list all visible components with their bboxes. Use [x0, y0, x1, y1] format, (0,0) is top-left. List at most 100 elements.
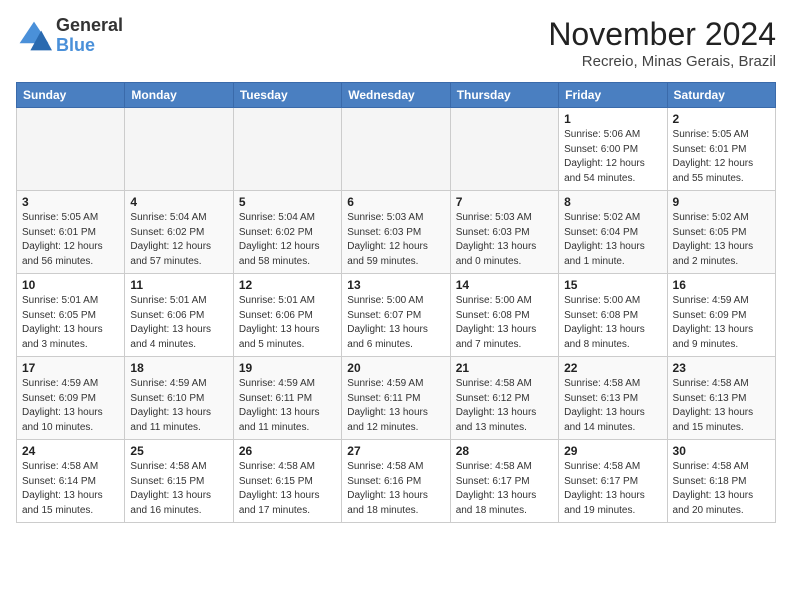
- day-number: 10: [22, 278, 119, 292]
- day-number: 30: [673, 444, 770, 458]
- day-cell: 9Sunrise: 5:02 AMSunset: 6:05 PMDaylight…: [667, 191, 775, 274]
- day-cell: [450, 108, 558, 191]
- day-cell: 18 Sunrise: 4:59 AMSunset: 6:10 PMDayligh…: [125, 357, 233, 440]
- day-number: 2: [673, 112, 770, 126]
- day-info: Sunrise: 4:59 AMSunset: 6:09 PMDaylight:…: [22, 377, 119, 435]
- day-info: Sunrise: 4:58 AMSunset: 6:12 PMDaylight:…: [456, 377, 553, 435]
- header-tuesday: Tuesday: [233, 83, 341, 108]
- day-info: Sunrise: 5:04 AMSunset: 6:02 PMDaylight:…: [239, 211, 336, 269]
- day-info: Sunrise: 4:58 AMSunset: 6:14 PMDaylight:…: [22, 460, 119, 518]
- day-number: 21: [456, 361, 553, 375]
- day-number: 7: [456, 195, 553, 209]
- day-number: 4: [130, 195, 227, 209]
- day-cell: 26 Sunrise: 4:58 AMSunset: 6:15 PMDayligh…: [233, 440, 341, 523]
- day-cell: 13Sunrise: 5:00 AMSunset: 6:07 PMDayligh…: [342, 274, 450, 357]
- calendar-body: 1 Sunrise: 5:06 AMSunset: 6:00 PMDaylight…: [17, 108, 776, 523]
- day-cell: 16 Sunrise: 4:59 AMSunset: 6:09 PMDayligh…: [667, 274, 775, 357]
- day-cell: 23 Sunrise: 4:58 AMSunset: 6:13 PMDayligh…: [667, 357, 775, 440]
- header-friday: Friday: [559, 83, 667, 108]
- day-number: 16: [673, 278, 770, 292]
- header-thursday: Thursday: [450, 83, 558, 108]
- day-cell: 28 Sunrise: 4:58 AMSunset: 6:17 PMDayligh…: [450, 440, 558, 523]
- day-info: Sunrise: 5:03 AMSunset: 6:03 PMDaylight:…: [347, 211, 444, 269]
- day-number: 15: [564, 278, 661, 292]
- day-info: Sunrise: 4:58 AMSunset: 6:18 PMDaylight:…: [673, 460, 770, 518]
- location: Recreio, Minas Gerais, Brazil: [548, 53, 776, 70]
- day-number: 3: [22, 195, 119, 209]
- day-info: Sunrise: 4:58 AMSunset: 6:17 PMDaylight:…: [564, 460, 661, 518]
- day-number: 25: [130, 444, 227, 458]
- week-row-3: 17 Sunrise: 4:59 AMSunset: 6:09 PMDayligh…: [17, 357, 776, 440]
- day-cell: 6 Sunrise: 5:03 AMSunset: 6:03 PMDaylight…: [342, 191, 450, 274]
- day-info: Sunrise: 4:59 AMSunset: 6:09 PMDaylight:…: [673, 294, 770, 352]
- day-info: Sunrise: 5:01 AMSunset: 6:05 PMDaylight:…: [22, 294, 119, 352]
- day-number: 28: [456, 444, 553, 458]
- day-cell: 3 Sunrise: 5:05 AMSunset: 6:01 PMDaylight…: [17, 191, 125, 274]
- day-number: 27: [347, 444, 444, 458]
- header-monday: Monday: [125, 83, 233, 108]
- day-cell: 17 Sunrise: 4:59 AMSunset: 6:09 PMDayligh…: [17, 357, 125, 440]
- logo: General Blue: [16, 16, 123, 56]
- day-number: 14: [456, 278, 553, 292]
- day-number: 23: [673, 361, 770, 375]
- day-cell: 1 Sunrise: 5:06 AMSunset: 6:00 PMDaylight…: [559, 108, 667, 191]
- day-info: Sunrise: 4:58 AMSunset: 6:17 PMDaylight:…: [456, 460, 553, 518]
- day-info: Sunrise: 4:58 AMSunset: 6:15 PMDaylight:…: [130, 460, 227, 518]
- day-number: 8: [564, 195, 661, 209]
- day-cell: [125, 108, 233, 191]
- day-info: Sunrise: 5:06 AMSunset: 6:00 PMDaylight:…: [564, 128, 661, 186]
- day-cell: 29Sunrise: 4:58 AMSunset: 6:17 PMDayligh…: [559, 440, 667, 523]
- day-cell: 2 Sunrise: 5:05 AMSunset: 6:01 PMDaylight…: [667, 108, 775, 191]
- day-number: 1: [564, 112, 661, 126]
- day-info: Sunrise: 5:00 AMSunset: 6:08 PMDaylight:…: [456, 294, 553, 352]
- day-info: Sunrise: 5:05 AMSunset: 6:01 PMDaylight:…: [673, 128, 770, 186]
- day-info: Sunrise: 5:00 AMSunset: 6:07 PMDaylight:…: [347, 294, 444, 352]
- header-row: SundayMondayTuesdayWednesdayThursdayFrid…: [17, 83, 776, 108]
- day-cell: 19Sunrise: 4:59 AMSunset: 6:11 PMDayligh…: [233, 357, 341, 440]
- day-info: Sunrise: 4:58 AMSunset: 6:13 PMDaylight:…: [673, 377, 770, 435]
- day-cell: 27 Sunrise: 4:58 AMSunset: 6:16 PMDayligh…: [342, 440, 450, 523]
- day-info: Sunrise: 5:03 AMSunset: 6:03 PMDaylight:…: [456, 211, 553, 269]
- day-number: 26: [239, 444, 336, 458]
- week-row-1: 3 Sunrise: 5:05 AMSunset: 6:01 PMDaylight…: [17, 191, 776, 274]
- day-info: Sunrise: 5:05 AMSunset: 6:01 PMDaylight:…: [22, 211, 119, 269]
- day-cell: 14 Sunrise: 5:00 AMSunset: 6:08 PMDayligh…: [450, 274, 558, 357]
- day-cell: 15 Sunrise: 5:00 AMSunset: 6:08 PMDayligh…: [559, 274, 667, 357]
- day-cell: 21 Sunrise: 4:58 AMSunset: 6:12 PMDayligh…: [450, 357, 558, 440]
- day-cell: 22Sunrise: 4:58 AMSunset: 6:13 PMDayligh…: [559, 357, 667, 440]
- day-cell: 20Sunrise: 4:59 AMSunset: 6:11 PMDayligh…: [342, 357, 450, 440]
- day-cell: 7 Sunrise: 5:03 AMSunset: 6:03 PMDaylight…: [450, 191, 558, 274]
- day-info: Sunrise: 5:02 AMSunset: 6:04 PMDaylight:…: [564, 211, 661, 269]
- header-sunday: Sunday: [17, 83, 125, 108]
- day-cell: [233, 108, 341, 191]
- day-cell: 30 Sunrise: 4:58 AMSunset: 6:18 PMDayligh…: [667, 440, 775, 523]
- week-row-4: 24Sunrise: 4:58 AMSunset: 6:14 PMDayligh…: [17, 440, 776, 523]
- day-info: Sunrise: 5:01 AMSunset: 6:06 PMDaylight:…: [130, 294, 227, 352]
- day-cell: 10 Sunrise: 5:01 AMSunset: 6:05 PMDayligh…: [17, 274, 125, 357]
- logo-icon: [16, 18, 52, 54]
- day-info: Sunrise: 4:58 AMSunset: 6:16 PMDaylight:…: [347, 460, 444, 518]
- month-title: November 2024: [548, 16, 776, 53]
- day-info: Sunrise: 5:02 AMSunset: 6:05 PMDaylight:…: [673, 211, 770, 269]
- day-number: 5: [239, 195, 336, 209]
- logo-text: General Blue: [56, 16, 123, 56]
- day-info: Sunrise: 4:59 AMSunset: 6:10 PMDaylight:…: [130, 377, 227, 435]
- day-cell: 24Sunrise: 4:58 AMSunset: 6:14 PMDayligh…: [17, 440, 125, 523]
- header-saturday: Saturday: [667, 83, 775, 108]
- header-wednesday: Wednesday: [342, 83, 450, 108]
- day-cell: 5 Sunrise: 5:04 AMSunset: 6:02 PMDaylight…: [233, 191, 341, 274]
- day-number: 18: [130, 361, 227, 375]
- day-info: Sunrise: 5:00 AMSunset: 6:08 PMDaylight:…: [564, 294, 661, 352]
- week-row-0: 1 Sunrise: 5:06 AMSunset: 6:00 PMDaylight…: [17, 108, 776, 191]
- day-info: Sunrise: 5:01 AMSunset: 6:06 PMDaylight:…: [239, 294, 336, 352]
- day-cell: [342, 108, 450, 191]
- day-info: Sunrise: 4:58 AMSunset: 6:15 PMDaylight:…: [239, 460, 336, 518]
- day-cell: 4Sunrise: 5:04 AMSunset: 6:02 PMDaylight…: [125, 191, 233, 274]
- day-number: 17: [22, 361, 119, 375]
- day-info: Sunrise: 4:58 AMSunset: 6:13 PMDaylight:…: [564, 377, 661, 435]
- day-number: 6: [347, 195, 444, 209]
- day-cell: 12Sunrise: 5:01 AMSunset: 6:06 PMDayligh…: [233, 274, 341, 357]
- page-header: General Blue November 2024 Recreio, Mina…: [16, 16, 776, 70]
- calendar-header: SundayMondayTuesdayWednesdayThursdayFrid…: [17, 83, 776, 108]
- day-cell: 25 Sunrise: 4:58 AMSunset: 6:15 PMDayligh…: [125, 440, 233, 523]
